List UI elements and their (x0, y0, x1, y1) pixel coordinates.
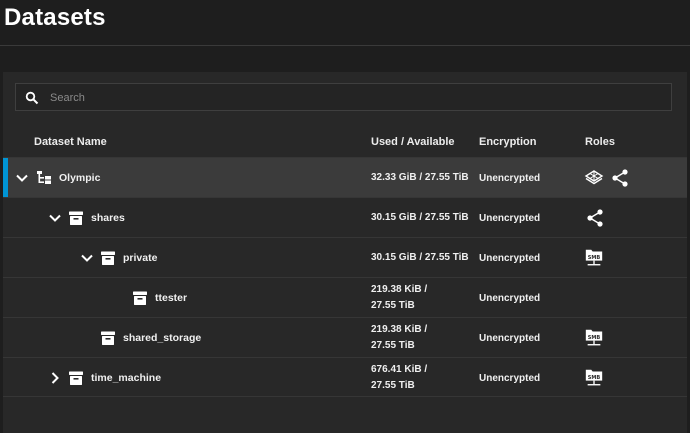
encryption-status: Unencrypted (479, 173, 541, 184)
share-icon (587, 209, 603, 227)
column-roles[interactable]: Roles (585, 136, 615, 148)
encryption-status: Unencrypted (479, 293, 541, 304)
selection-indicator (3, 158, 8, 197)
used-available: 32.33 GiB / 27.55 TiB (371, 172, 469, 183)
dataset-icon (133, 291, 147, 305)
column-dataset-name[interactable]: Dataset Name (34, 136, 107, 148)
search-icon (25, 91, 39, 105)
smb-label: SMB (588, 255, 601, 261)
dataset-name: shared_storage (123, 332, 202, 344)
dataset-name: Olympic (59, 172, 101, 184)
table-row[interactable]: Olympic 32.33 GiB / 27.55 TiB Unencrypte… (3, 157, 687, 197)
page-title: Datasets (4, 4, 106, 31)
dataset-name: time_machine (91, 372, 162, 384)
dataset-name: ttester (155, 292, 188, 304)
used-available: 30.15 GiB / 27.55 TiB (371, 252, 469, 263)
chevron-down-icon[interactable] (80, 251, 94, 265)
search-input[interactable] (48, 87, 652, 109)
used-available: 676.41 KiB /27.55 TiB (371, 364, 428, 391)
chevron-down-icon[interactable] (15, 171, 29, 185)
encryption-status: Unencrypted (479, 333, 541, 344)
smb-share-icon: SMB (585, 249, 603, 266)
used-available: 30.15 GiB / 27.55 TiB (371, 212, 469, 223)
table-row[interactable]: ttester 219.38 KiB /27.55 TiB Unencrypte… (3, 277, 687, 317)
chevron-right-icon[interactable] (48, 371, 62, 385)
smb-label: SMB (588, 375, 601, 381)
tree-root-icon (37, 171, 51, 184)
used-available: 219.38 KiB /27.55 TiB (371, 284, 428, 311)
share-icon (612, 169, 628, 187)
datasets-panel: Dataset Name Used / Available Encryption… (3, 72, 687, 433)
encryption-status: Unencrypted (479, 253, 541, 264)
dataset-name: shares (91, 212, 125, 224)
encryption-status: Unencrypted (479, 373, 541, 384)
search-box[interactable] (15, 83, 672, 111)
smb-label: SMB (588, 335, 601, 341)
smb-share-icon: SMB (585, 329, 603, 346)
column-used-available[interactable]: Used / Available (371, 136, 455, 148)
table-header: Dataset Name Used / Available Encryption… (3, 127, 687, 157)
dataset-name: private (123, 252, 158, 264)
dataset-icon (101, 331, 115, 345)
used-available: 219.38 KiB /27.55 TiB (371, 324, 428, 351)
table-row[interactable]: time_machine 676.41 KiB /27.55 TiB Unenc… (3, 357, 687, 397)
table-row[interactable]: shares 30.15 GiB / 27.55 TiB Unencrypted (3, 197, 687, 237)
apps-icon (584, 170, 604, 185)
table-row[interactable]: private 30.15 GiB / 27.55 TiB Unencrypte… (3, 237, 687, 277)
dataset-icon (101, 251, 115, 265)
dataset-icon (69, 371, 83, 385)
table-row[interactable]: shared_storage 219.38 KiB /27.55 TiB Une… (3, 317, 687, 357)
encryption-status: Unencrypted (479, 213, 541, 224)
dataset-icon (69, 211, 83, 225)
column-encryption[interactable]: Encryption (479, 136, 536, 148)
title-divider (0, 45, 690, 46)
chevron-down-icon[interactable] (48, 211, 62, 225)
smb-share-icon: SMB (585, 369, 603, 386)
